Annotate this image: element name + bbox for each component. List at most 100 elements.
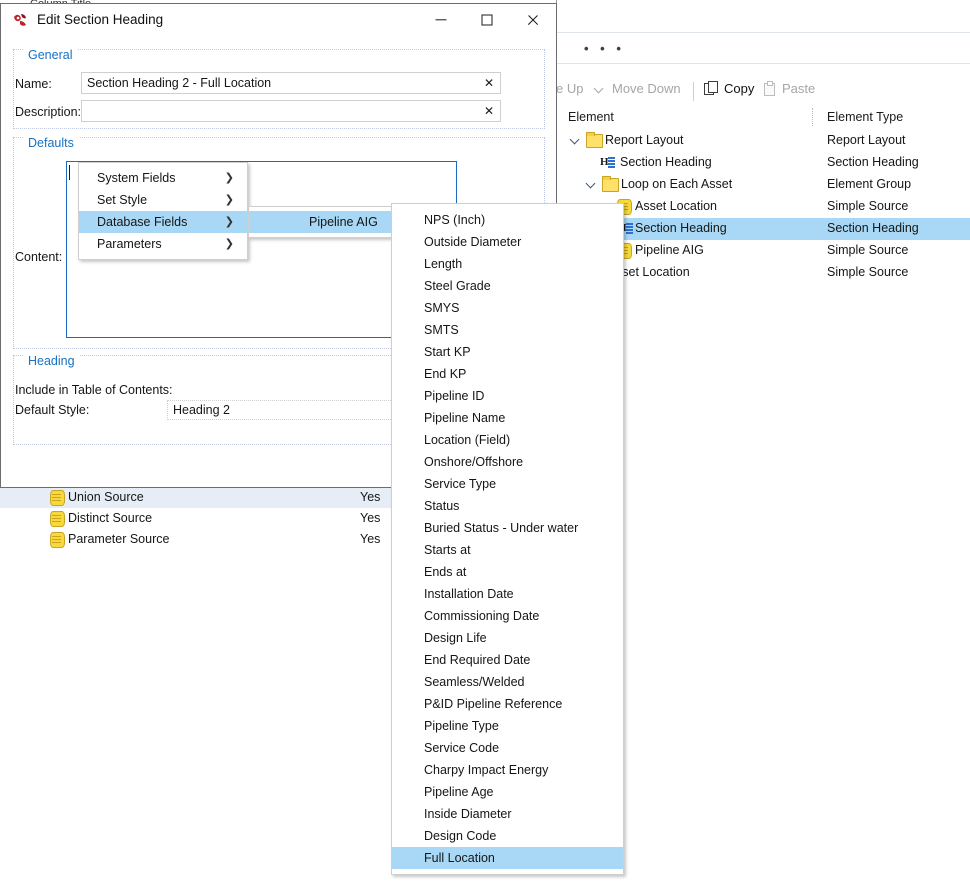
dialog-titlebar[interactable]: Edit Section Heading (1, 4, 556, 37)
tree-item-label: Section Heading (635, 221, 727, 235)
defaults-group-title: Defaults (23, 136, 79, 150)
menu-item-field[interactable]: Pipeline ID (392, 385, 623, 407)
menu-item-label: Set Style (97, 193, 148, 207)
menu-item-field[interactable]: Length (392, 253, 623, 275)
name-input[interactable]: Section Heading 2 - Full Location ✕ (81, 72, 501, 94)
menu-item-label: Parameters (97, 237, 162, 251)
list-item-label: Union Source (68, 490, 144, 504)
tree-item-type: Section Heading (827, 221, 919, 235)
menu-item-label: Pipeline Type (424, 719, 499, 733)
maximize-button[interactable] (464, 4, 510, 36)
menu-item-field[interactable]: NPS (Inch) (392, 209, 623, 231)
menu-item-label: Start KP (424, 345, 471, 359)
minimize-icon (435, 19, 447, 21)
menu-item-field[interactable]: Outside Diameter (392, 231, 623, 253)
tree-item-type: Element Group (827, 177, 912, 191)
paste-button[interactable]: Paste (763, 81, 815, 96)
menu-item-label: Charpy Impact Energy (424, 763, 549, 777)
menu-item-label: Status (424, 499, 460, 513)
menu-item-field[interactable]: Service Type (392, 473, 623, 495)
menu-item-label: Steel Grade (424, 279, 491, 293)
menu-item-field[interactable]: Start KP (392, 341, 623, 363)
database-source-icon (50, 511, 65, 527)
menu-item-field[interactable]: Pipeline Age (392, 781, 623, 803)
list-item-value: Yes (360, 490, 381, 504)
name-label: Name: (15, 77, 52, 91)
description-label: Description: (15, 105, 81, 119)
menu-item-label: Pipeline Age (424, 785, 494, 799)
menu-item-label: System Fields (97, 171, 176, 185)
menu-item-field[interactable]: End Required Date (392, 649, 623, 671)
paste-icon (763, 81, 777, 96)
menu-item-field[interactable]: Location (Field) (392, 429, 623, 451)
menu-item-database-fields[interactable]: Database Fields ❯ (79, 211, 247, 233)
menu-item-set-style[interactable]: Set Style ❯ (79, 189, 247, 211)
menu-item-field[interactable]: Steel Grade (392, 275, 623, 297)
menu-item-field[interactable]: Installation Date (392, 583, 623, 605)
menu-item-field[interactable]: End KP (392, 363, 623, 385)
menu-item-field[interactable]: SMYS (392, 297, 623, 319)
tree-item-label: Report Layout (605, 133, 684, 147)
menu-item-label: Pipeline AIG (309, 215, 378, 229)
list-item[interactable]: Distinct Source Yes (0, 508, 392, 529)
menu-item-field[interactable]: Onshore/Offshore (392, 451, 623, 473)
element-toolbar: e Up Move Down Copy Paste (556, 78, 970, 106)
menu-item-label: Onshore/Offshore (424, 455, 524, 469)
menu-item-label: NPS (Inch) (424, 213, 486, 227)
table-row[interactable]: Report Layout Report Layout (556, 130, 970, 152)
list-item-label: Parameter Source (68, 532, 170, 546)
menu-item-field[interactable]: P&ID Pipeline Reference (392, 693, 623, 715)
clear-description-icon[interactable]: ✕ (484, 104, 494, 118)
menu-item-field[interactable]: Design Code (392, 825, 623, 847)
menu-item-label: Buried Status - Under water (424, 521, 579, 535)
menu-item-field[interactable]: Buried Status - Under water (392, 517, 623, 539)
menu-item-label: SMTS (424, 323, 459, 337)
content-label: Content: (15, 250, 63, 264)
overflow-row: • • • (556, 32, 970, 64)
heading-lines (626, 223, 633, 225)
chevron-expanded-icon[interactable] (586, 179, 598, 191)
menu-item-field[interactable]: Commissioning Date (392, 605, 623, 627)
menu-item-field[interactable]: Ends at (392, 561, 623, 583)
menu-item-field[interactable]: SMTS (392, 319, 623, 341)
menu-item-field[interactable]: Seamless/Welded (392, 671, 623, 693)
menu-item-label: Installation Date (424, 587, 514, 601)
copy-button[interactable]: Copy (704, 81, 754, 96)
move-down-label: Move Down (612, 81, 681, 96)
list-item[interactable]: Union Source Yes (0, 487, 392, 508)
close-button[interactable] (510, 4, 556, 36)
menu-item-label: Inside Diameter (424, 807, 512, 821)
context-menu-level-1[interactable]: System Fields ❯ Set Style ❯ Database Fie… (78, 162, 248, 260)
menu-item-system-fields[interactable]: System Fields ❯ (79, 167, 247, 189)
clear-name-icon[interactable]: ✕ (484, 76, 494, 90)
menu-item-field[interactable]: Starts at (392, 539, 623, 561)
description-input[interactable]: ✕ (81, 100, 501, 122)
menu-item-parameters[interactable]: Parameters ❯ (79, 233, 247, 255)
menu-item-field[interactable]: Pipeline Type (392, 715, 623, 737)
table-row[interactable]: Loop on Each Asset Element Group (556, 174, 970, 196)
overflow-dots-icon[interactable]: • • • (584, 41, 625, 56)
tree-item-label: Section Heading (620, 155, 712, 169)
tree-header: Element Element Type (556, 108, 970, 128)
move-up-button[interactable]: e Up (556, 81, 583, 96)
menu-item-field[interactable]: Pipeline Name (392, 407, 623, 429)
minimize-button[interactable] (418, 4, 464, 36)
tree-item-type: Simple Source (827, 265, 909, 279)
menu-item-field[interactable]: Design Life (392, 627, 623, 649)
menu-item-field[interactable]: Service Code (392, 737, 623, 759)
context-menu-level-3[interactable]: NPS (Inch) Outside Diameter Length Steel Gr… (391, 203, 624, 875)
menu-item-field[interactable]: Inside Diameter (392, 803, 623, 825)
menu-item-field[interactable]: Full Location (392, 847, 623, 869)
table-row[interactable]: H Section Heading Section Heading (556, 152, 970, 174)
menu-item-field[interactable]: Charpy Impact Energy (392, 759, 623, 781)
database-source-icon (50, 532, 65, 548)
list-item[interactable]: Parameter Source Yes (0, 529, 392, 550)
name-input-value: Section Heading 2 - Full Location (87, 76, 272, 90)
move-down-button[interactable]: Move Down (594, 81, 681, 96)
chevron-expanded-icon[interactable] (570, 135, 582, 147)
source-list[interactable]: Union Source Yes Distinct Source Yes Par… (0, 487, 392, 551)
chevron-right-icon: ❯ (224, 238, 234, 250)
menu-item-field[interactable]: Status (392, 495, 623, 517)
heading-icon: H (600, 155, 616, 169)
menu-item-label: Seamless/Welded (424, 675, 525, 689)
